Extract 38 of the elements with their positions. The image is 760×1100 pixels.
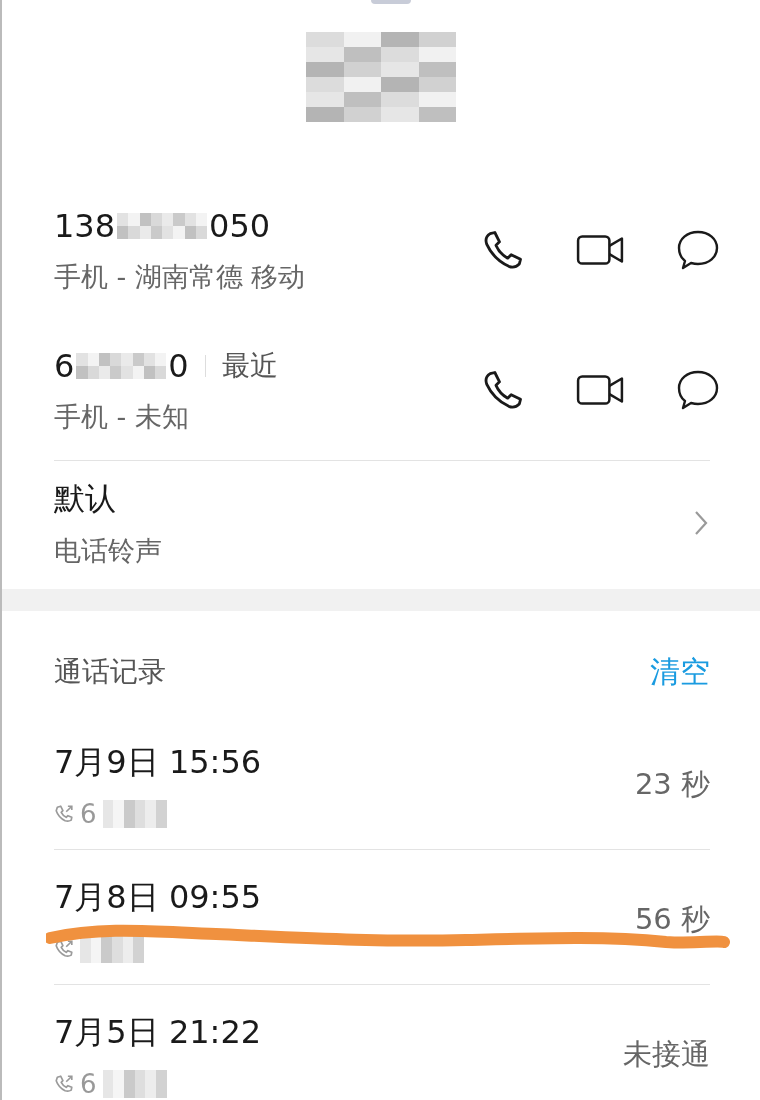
call-duration: 23 秒 (634, 766, 710, 803)
call-time: 7月9日 15:56 (54, 742, 262, 783)
call-time: 7月5日 21:22 (54, 1012, 262, 1053)
call-log-entry[interactable]: 7月9日 15:56 6 23 秒 (2, 715, 760, 849)
chat-bubble-icon (676, 229, 720, 271)
ringtone-name: 默认 (54, 479, 117, 518)
blurred-block (80, 935, 144, 963)
phone-icon (482, 229, 524, 271)
blurred-block (102, 1070, 167, 1098)
outgoing-call-icon (54, 804, 74, 824)
phone-number: 0 (168, 346, 189, 386)
ringtone-row[interactable]: 默认 电话铃声 (2, 461, 760, 585)
phone-icon (482, 369, 524, 411)
call-duration: 56 秒 (634, 901, 710, 938)
phone-number: 138 (54, 206, 116, 246)
blurred-block (102, 800, 167, 828)
message-button[interactable] (676, 369, 720, 411)
call-time: 7月8日 09:55 (54, 877, 262, 918)
outgoing-call-icon (54, 1074, 74, 1094)
avatar (371, 0, 411, 4)
chevron-right-icon (694, 510, 708, 536)
outgoing-call-icon (54, 939, 74, 959)
caller-number: 6 (80, 799, 97, 829)
number-location: 手机 - 未知 (54, 400, 190, 434)
recent-label: 最近 (221, 348, 278, 384)
call-log-entry[interactable]: 7月8日 09:55 56 秒 (2, 850, 760, 984)
number-location: 手机 - 湖南常德 移动 (54, 260, 306, 294)
section-title: 通话记录 (54, 654, 166, 690)
call-duration: 未接通 (623, 1036, 710, 1073)
caller-number: 6 (80, 1069, 97, 1099)
ringtone-label: 电话铃声 (54, 534, 162, 568)
call-button[interactable] (482, 229, 524, 271)
call-button[interactable] (482, 369, 524, 411)
chat-bubble-icon (676, 369, 720, 411)
phone-number: 6 (54, 346, 75, 386)
message-button[interactable] (676, 229, 720, 271)
call-log-entry[interactable]: 7月5日 21:22 6 未接通 (2, 985, 760, 1100)
phone-number: 050 (209, 206, 271, 246)
